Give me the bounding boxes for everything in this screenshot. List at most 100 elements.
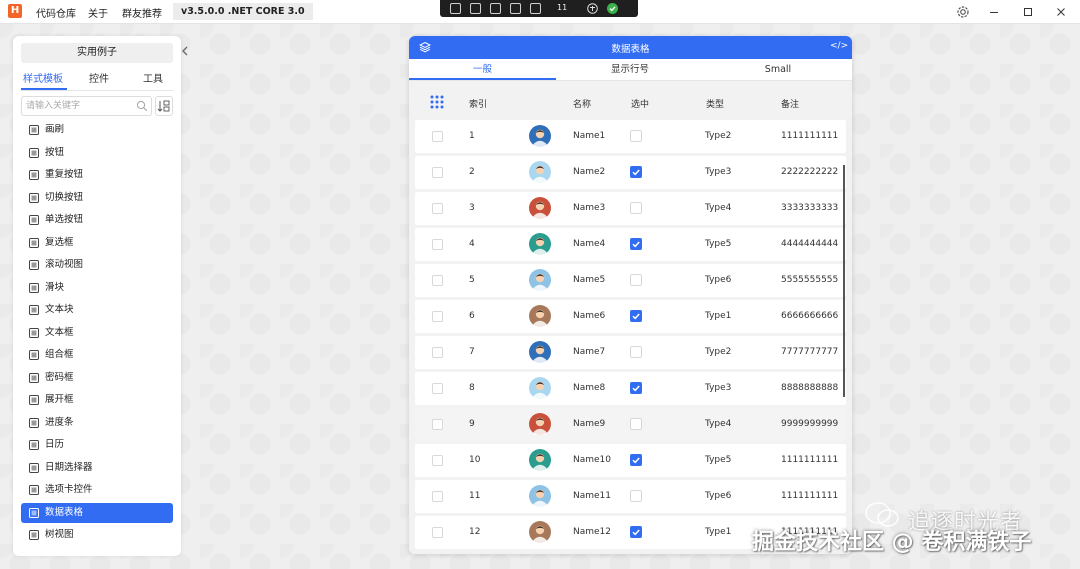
row-select-box[interactable]	[432, 383, 443, 394]
cell-index: 11	[469, 491, 481, 501]
sidebar-item-datepicker[interactable]: 日期选择器	[21, 458, 173, 478]
column-header-name[interactable]: 名称	[573, 97, 591, 110]
row-select-box[interactable]	[432, 167, 443, 178]
cell-name: Name7	[573, 347, 606, 357]
video-icon[interactable]	[470, 3, 481, 14]
row-select-box[interactable]	[432, 311, 443, 322]
sidebar-item-repeat-button[interactable]: 重复按钮	[21, 165, 173, 185]
minimize-icon[interactable]	[986, 4, 1002, 20]
table-row[interactable]: 9 Name9 Type4 9999999999	[415, 408, 846, 441]
sidebar-item-label: 重复按钮	[45, 169, 84, 180]
search-input[interactable]	[26, 99, 130, 113]
menu-about[interactable]: 关于	[88, 5, 108, 20]
sidebar-item-textbox[interactable]: 文本框	[21, 323, 173, 343]
sidebar-item-button[interactable]: 按钮	[21, 143, 173, 163]
button-icon	[29, 147, 39, 158]
select-all-dots-icon[interactable]	[430, 95, 444, 109]
table-row[interactable]: 5 Name5 Type6 5555555555	[415, 264, 846, 297]
sidebar-item-checkbox[interactable]: 复选框	[21, 233, 173, 253]
cell-selected-checkbox[interactable]	[630, 274, 642, 286]
sort-button[interactable]	[155, 96, 173, 116]
cell-selected-checkbox[interactable]	[630, 130, 642, 142]
table-row[interactable]: 7 Name7 Type2 7777777777	[415, 336, 846, 369]
search-icon[interactable]	[136, 100, 148, 112]
row-select-box[interactable]	[432, 419, 443, 430]
slider-icon	[29, 282, 39, 293]
sidebar-item-progressbar[interactable]: 进度条	[21, 413, 173, 433]
row-select-box[interactable]	[432, 131, 443, 142]
column-header-type[interactable]: 类型	[706, 97, 724, 110]
table-row[interactable]: 8 Name8 Type3 8888888888	[415, 372, 846, 405]
tab-style-templates[interactable]: 样式模板	[23, 70, 63, 85]
sidebar-item-treeview[interactable]: 树视图	[21, 525, 173, 545]
collapse-panel-button[interactable]	[180, 45, 192, 59]
row-select-box[interactable]	[432, 527, 443, 538]
cell-selected-checkbox[interactable]	[630, 346, 642, 358]
vertical-scrollbar[interactable]	[843, 165, 845, 397]
column-header-note[interactable]: 备注	[781, 97, 799, 110]
table-row[interactable]: 2 Name2 Type3 2222222222	[415, 156, 846, 189]
row-select-box[interactable]	[432, 275, 443, 286]
tab-small[interactable]: Small	[704, 59, 852, 80]
maximize-icon[interactable]	[1020, 4, 1036, 20]
close-icon[interactable]	[1053, 4, 1069, 20]
avatar-icon	[529, 233, 551, 255]
table-row[interactable]: 3 Name3 Type4 3333333333	[415, 192, 846, 225]
layout-icon[interactable]	[510, 3, 521, 14]
accessibility-icon[interactable]	[587, 3, 598, 14]
hot-reload-icon[interactable]	[530, 3, 541, 14]
sort-icon	[157, 100, 170, 112]
avatar-icon	[529, 485, 551, 507]
datepicker-icon	[29, 462, 39, 473]
cell-selected-checkbox[interactable]	[630, 166, 642, 178]
cell-selected-checkbox[interactable]	[630, 382, 642, 394]
row-select-box[interactable]	[432, 239, 443, 250]
settings-gear-icon[interactable]	[955, 4, 971, 20]
sidebar-item-combobox[interactable]: 组合框	[21, 345, 173, 365]
tab-controls[interactable]: 控件	[89, 70, 109, 85]
cell-selected-checkbox[interactable]	[630, 238, 642, 250]
cell-index: 4	[469, 239, 475, 249]
tab-general[interactable]: 一般	[409, 59, 556, 80]
sidebar-item-label: 画刷	[45, 124, 65, 135]
row-select-box[interactable]	[432, 347, 443, 358]
table-row[interactable]: 10 Name10 Type5 1111111111	[415, 444, 846, 477]
cell-selected-checkbox[interactable]	[630, 418, 642, 430]
sidebar-item-tabcontrol[interactable]: 选项卡控件	[21, 480, 173, 500]
column-header-index[interactable]: 索引	[469, 97, 487, 110]
sidebar-item-expander[interactable]: 展开框	[21, 390, 173, 410]
row-select-box[interactable]	[432, 491, 443, 502]
menu-group-recommend[interactable]: 群友推荐	[122, 5, 162, 20]
sidebar-item-slider[interactable]: 滑块	[21, 278, 173, 298]
sidebar-item-scrollview[interactable]: 滚动视图	[21, 255, 173, 275]
cell-note: 5555555555	[781, 275, 839, 285]
sidebar-item-passwordbox[interactable]: 密码框	[21, 368, 173, 388]
select-element-icon[interactable]	[450, 3, 461, 14]
tab-row-numbers[interactable]: 显示行号	[556, 59, 704, 80]
sidebar-item-brush[interactable]: 画刷	[21, 120, 173, 140]
tab-tools[interactable]: 工具	[143, 70, 163, 85]
checkmark-icon	[632, 529, 640, 536]
cell-selected-checkbox[interactable]	[630, 202, 642, 214]
row-select-box[interactable]	[432, 455, 443, 466]
cell-selected-checkbox[interactable]	[630, 490, 642, 502]
check-icon[interactable]	[607, 3, 618, 14]
sidebar-item-toggle-button[interactable]: 切换按钮	[21, 188, 173, 208]
table-row[interactable]: 6 Name6 Type1 6666666666	[415, 300, 846, 333]
sidebar-item-radio-button[interactable]: 单选按钮	[21, 210, 173, 230]
sidebar-item-calendar[interactable]: 日历	[21, 435, 173, 455]
menu-code-repo[interactable]: 代码仓库	[36, 5, 76, 20]
table-row[interactable]: 1 Name1 Type2 1111111111	[415, 120, 846, 153]
cell-selected-checkbox[interactable]	[630, 454, 642, 466]
sidebar-item-textblock[interactable]: 文本块	[21, 300, 173, 320]
cell-selected-checkbox[interactable]	[630, 526, 642, 538]
pointer-icon[interactable]	[490, 3, 501, 14]
sidebar-item-datagrid[interactable]: 数据表格	[21, 502, 173, 523]
table-row[interactable]: 11 Name11 Type6 1111111111	[415, 480, 846, 513]
tab-divider	[21, 90, 173, 91]
cell-selected-checkbox[interactable]	[630, 310, 642, 322]
code-view-icon[interactable]: </>	[830, 41, 848, 51]
table-row[interactable]: 4 Name4 Type5 4444444444	[415, 228, 846, 261]
column-header-selected[interactable]: 选中	[631, 97, 649, 110]
row-select-box[interactable]	[432, 203, 443, 214]
